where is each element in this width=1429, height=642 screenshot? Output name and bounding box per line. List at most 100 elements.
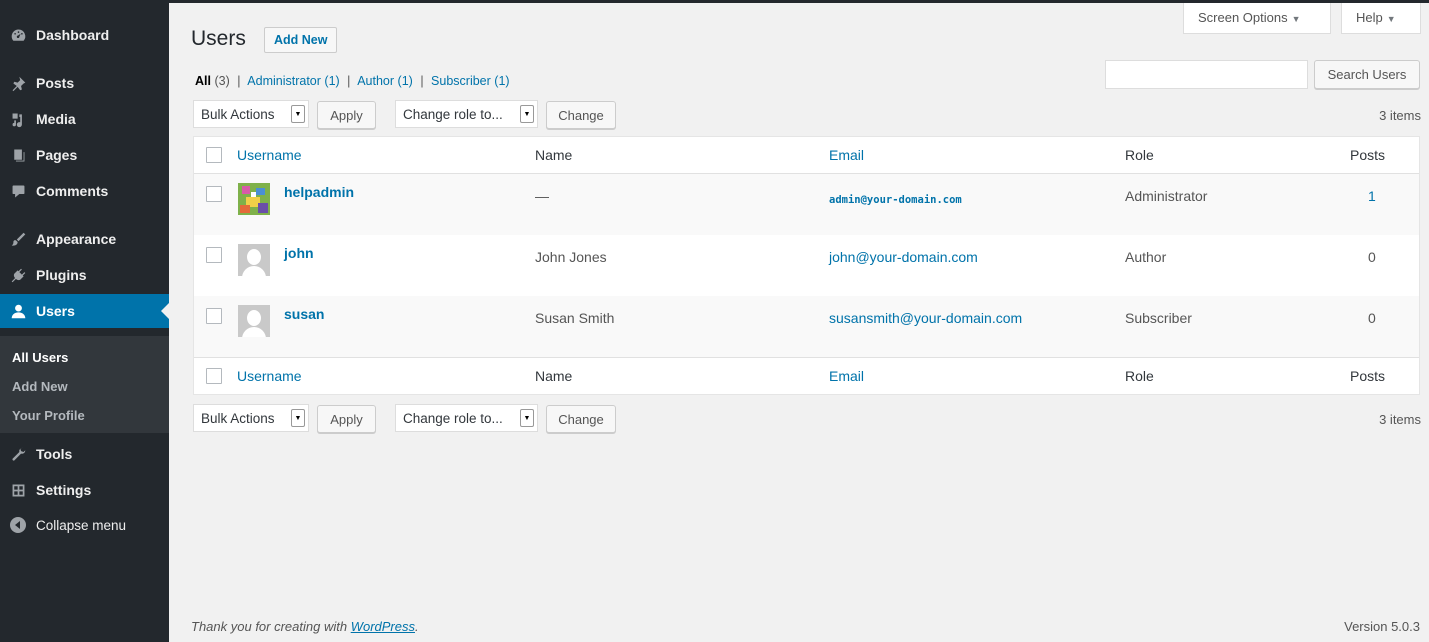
submenu-your-profile[interactable]: Your Profile	[0, 401, 169, 430]
select-arrow-icon: ▼	[291, 105, 305, 123]
collapse-icon	[10, 517, 26, 533]
bulk-actions-select-bottom[interactable]: Bulk Actions ▼	[193, 404, 309, 432]
caret-down-icon: ▼	[1291, 14, 1301, 24]
filter-subscriber[interactable]: Subscriber	[431, 74, 491, 88]
filter-count[interactable]: (1)	[494, 74, 509, 88]
plug-icon	[0, 267, 36, 284]
avatar	[238, 305, 270, 337]
sidebar-item-comments[interactable]: Comments	[0, 174, 169, 208]
footer-period: .	[415, 619, 419, 634]
sidebar-item-label: Dashboard	[36, 27, 110, 43]
user-email-link[interactable]: susansmith@your-domain.com	[829, 310, 1022, 326]
column-name: Name	[535, 368, 573, 384]
sidebar-item-label: Media	[36, 111, 76, 127]
change-button-top[interactable]: Change	[546, 101, 616, 129]
bulk-actions-select-top[interactable]: Bulk Actions ▼	[193, 100, 309, 128]
column-posts: Posts	[1350, 147, 1386, 163]
username-link[interactable]: john	[284, 245, 314, 261]
select-arrow-icon: ▼	[291, 409, 305, 427]
collapse-menu-label: Collapse menu	[36, 517, 127, 533]
filter-count[interactable]: (1)	[324, 74, 339, 88]
change-button-bottom[interactable]: Change	[546, 405, 616, 433]
column-role: Role	[1125, 368, 1154, 384]
sidebar-item-label: Tools	[36, 446, 73, 462]
items-count-top: 3 items	[1379, 108, 1421, 123]
help-button[interactable]: Help ▼	[1341, 3, 1421, 34]
change-role-value: Change role to...	[403, 410, 503, 426]
filter-all[interactable]: All	[195, 74, 211, 88]
column-email[interactable]: Email	[829, 147, 864, 163]
select-arrow-icon: ▼	[520, 105, 534, 123]
column-name: Name	[535, 147, 573, 163]
username-link[interactable]: helpadmin	[284, 184, 354, 200]
filter-author[interactable]: Author	[357, 74, 394, 88]
role-filter-links: All (3) | Administrator (1) | Author (1)…	[195, 74, 510, 88]
user-role: Subscriber	[1125, 310, 1192, 326]
wordpress-link[interactable]: WordPress	[351, 619, 415, 634]
filter-administrator[interactable]: Administrator	[247, 74, 321, 88]
help-label: Help	[1356, 10, 1383, 25]
change-role-select-top[interactable]: Change role to... ▼	[395, 100, 538, 128]
sidebar-item-settings[interactable]: Settings	[0, 473, 169, 507]
version-text: Version 5.0.3	[1344, 619, 1420, 634]
sidebar-item-label: Settings	[36, 482, 92, 498]
sidebar-item-tools[interactable]: Tools	[0, 437, 169, 471]
user-posts-link[interactable]: 1	[1368, 188, 1376, 204]
pages-icon	[0, 147, 36, 164]
change-role-value: Change role to...	[403, 106, 503, 122]
sidebar-item-appearance[interactable]: Appearance	[0, 222, 169, 256]
column-role: Role	[1125, 147, 1154, 163]
table-header-row: Username Name Email Role Posts	[194, 137, 1419, 174]
table-row: helpadmin — admin@your-domain.com Admini…	[194, 174, 1419, 235]
page-title: Users	[191, 27, 246, 50]
search-users-input[interactable]	[1105, 60, 1308, 89]
table-row: susan Susan Smith susansmith@your-domain…	[194, 296, 1419, 357]
screen-options-label: Screen Options	[1198, 10, 1288, 25]
apply-button-top[interactable]: Apply	[317, 101, 376, 129]
footer-thanks-text: Thank you for creating with	[191, 619, 351, 634]
screen-options-button[interactable]: Screen Options ▼	[1183, 3, 1331, 34]
pin-icon	[0, 75, 36, 92]
bulk-actions-value: Bulk Actions	[201, 106, 275, 122]
sidebar-item-label: Pages	[36, 147, 78, 163]
column-username[interactable]: Username	[237, 147, 302, 163]
apply-button-bottom[interactable]: Apply	[317, 405, 376, 433]
submenu-all-users[interactable]: All Users	[0, 343, 169, 372]
table-row: john John Jones john@your-domain.com Aut…	[194, 235, 1419, 296]
row-checkbox[interactable]	[206, 308, 222, 324]
comment-icon	[0, 183, 36, 200]
footer-thanks: Thank you for creating with WordPress.	[191, 619, 419, 634]
user-email-link[interactable]: john@your-domain.com	[829, 249, 978, 265]
sidebar-item-users[interactable]: Users	[0, 294, 169, 328]
sidebar-item-media[interactable]: Media	[0, 102, 169, 136]
select-arrow-icon: ▼	[520, 409, 534, 427]
sidebar-item-posts[interactable]: Posts	[0, 66, 169, 100]
users-submenu: All Users Add New Your Profile	[0, 336, 169, 433]
caret-down-icon: ▼	[1386, 14, 1396, 24]
sidebar-item-label: Posts	[36, 75, 75, 91]
separator: |	[420, 74, 424, 88]
filter-count[interactable]: (1)	[398, 74, 413, 88]
select-all-checkbox[interactable]	[206, 147, 222, 163]
username-link[interactable]: susan	[284, 306, 324, 322]
sidebar-item-plugins[interactable]: Plugins	[0, 258, 169, 292]
change-role-select-bottom[interactable]: Change role to... ▼	[395, 404, 538, 432]
submenu-add-new[interactable]: Add New	[0, 372, 169, 401]
sidebar-item-dashboard[interactable]: Dashboard	[0, 18, 169, 52]
separator: |	[347, 74, 351, 88]
user-role: Author	[1125, 249, 1167, 265]
admin-sidebar: Dashboard Posts Media Pages Comments App…	[0, 3, 169, 642]
row-checkbox[interactable]	[206, 247, 222, 263]
add-new-user-button[interactable]: Add New	[264, 27, 338, 53]
sidebar-item-pages[interactable]: Pages	[0, 138, 169, 172]
user-role: Administrator	[1125, 188, 1208, 204]
media-icon	[0, 111, 36, 128]
column-email[interactable]: Email	[829, 368, 864, 384]
select-all-checkbox[interactable]	[206, 368, 222, 384]
row-checkbox[interactable]	[206, 186, 222, 202]
collapse-menu-button[interactable]: Collapse menu	[0, 508, 169, 542]
search-users-button[interactable]: Search Users	[1314, 60, 1420, 89]
user-email-link[interactable]: admin@your-domain.com	[829, 194, 962, 206]
column-username[interactable]: Username	[237, 368, 302, 384]
user-posts: 0	[1368, 310, 1376, 326]
